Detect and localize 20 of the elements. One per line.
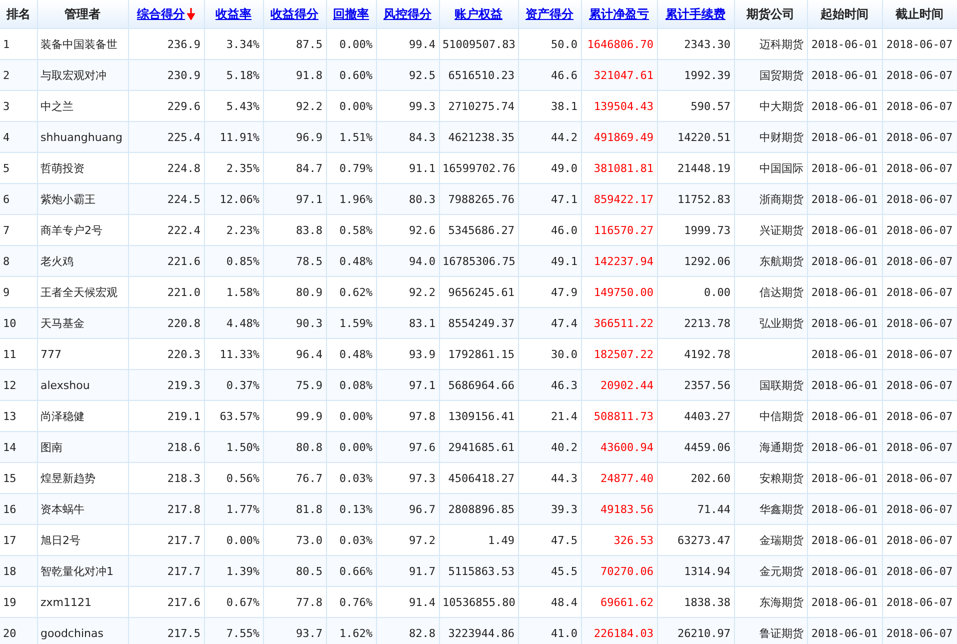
table-cell: 7.55% — [204, 618, 263, 644]
table-cell: 26210.97 — [657, 618, 734, 644]
column-header: 截止时间 — [896, 6, 944, 20]
table-cell: 217.5 — [128, 618, 204, 644]
table-cell: 1.62% — [326, 618, 376, 644]
sort-down-icon — [187, 8, 195, 20]
table-cell: 2018-06-01 — [807, 618, 882, 644]
table-cell: 鲁证期货 — [734, 618, 807, 644]
column-header: 期货公司 — [746, 6, 794, 20]
table-cell: 82.8 — [376, 618, 439, 644]
column-header: 管理者 — [64, 6, 100, 20]
table-cell: 41.0 — [518, 618, 581, 644]
table-cell: 20 — [0, 618, 37, 644]
table-cell: 226184.03 — [581, 618, 657, 644]
table-cell: 93.7 — [263, 618, 326, 644]
column-header: 排名 — [6, 6, 30, 20]
column-header: 起始时间 — [820, 6, 868, 20]
table-cell: 3223944.86 — [439, 618, 518, 644]
manager-name: goodchinas — [37, 618, 128, 644]
table-cell: 2018-06-07 — [882, 618, 957, 644]
